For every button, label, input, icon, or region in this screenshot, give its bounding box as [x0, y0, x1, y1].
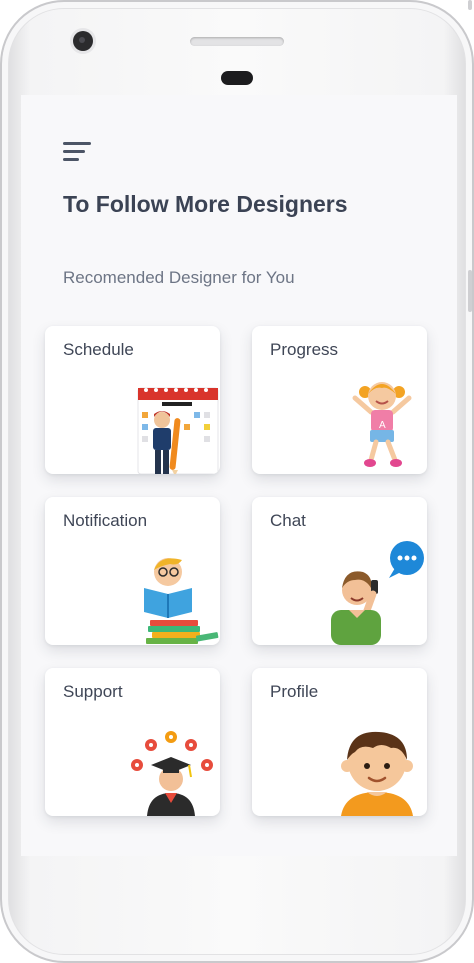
phone-frame: To Follow More Designers Recomended Desi… — [0, 0, 474, 963]
boy-reading-icon — [144, 558, 219, 644]
side-button — [468, 0, 472, 10]
card-label: Profile — [270, 682, 319, 701]
planning-calendar-icon — [137, 387, 219, 474]
boy-avatar-icon — [341, 731, 413, 816]
card-label: Chat — [270, 511, 306, 530]
card-label: Progress — [270, 340, 339, 359]
chat-card[interactable]: Chat — [252, 497, 427, 645]
front-camera — [73, 31, 93, 51]
earpiece-speaker — [190, 37, 284, 46]
schedule-card[interactable]: Schedule — [45, 326, 220, 474]
card-label: Support — [63, 682, 123, 701]
support-card[interactable]: Support — [45, 668, 220, 816]
page-title: To Follow More Designers — [63, 191, 348, 217]
app-screen: To Follow More Designers Recomended Desi… — [21, 95, 457, 856]
side-button — [468, 270, 472, 312]
jumping-girl-icon: A — [352, 382, 412, 467]
profile-card[interactable]: Profile — [252, 668, 427, 816]
card-label: Schedule — [63, 340, 134, 359]
svg-text:A: A — [379, 420, 386, 431]
progress-card[interactable]: Progress A — [252, 326, 427, 474]
man-on-phone-icon — [331, 541, 424, 645]
hamburger-menu-icon[interactable] — [63, 140, 93, 164]
page-subtitle: Recomended Designer for You — [63, 268, 295, 287]
graduate-student-icon — [131, 731, 213, 816]
proximity-sensor — [221, 71, 253, 85]
notification-card[interactable]: Notification — [45, 497, 220, 645]
card-label: Notification — [63, 511, 148, 530]
